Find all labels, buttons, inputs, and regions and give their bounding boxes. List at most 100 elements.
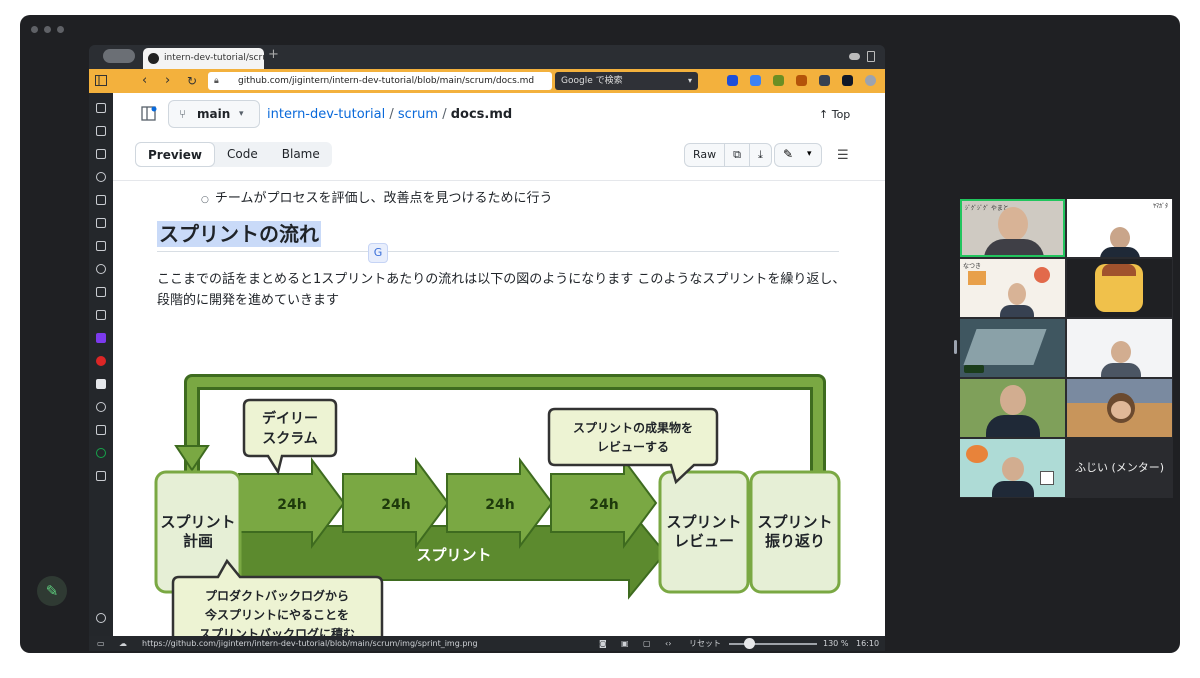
planning-line-1: スプリント [160,513,235,531]
mastodon-icon[interactable] [96,333,106,343]
panel-toggle-icon[interactable] [95,75,107,86]
video-tile[interactable] [1067,259,1172,317]
branch-selector[interactable]: ⑂ main ▾ [168,100,260,128]
participant-face [1008,283,1026,305]
video-tile[interactable]: ｼﾞｸﾞｼﾞｸﾞ やまと [960,199,1065,257]
clock: 16:10 [856,639,880,648]
chevron-down-icon[interactable]: ▾ [688,72,692,90]
window-zoom-dot[interactable] [57,26,64,33]
cycle-label: 24h [381,497,410,513]
lock-icon: 🔒︎ [214,76,219,86]
extension-icon[interactable] [796,75,807,86]
video-tile[interactable]: ﾔﾏｶﾞﾀ [1067,199,1172,257]
reload-icon[interactable]: ↻ [187,73,197,89]
chrome-icon[interactable] [96,448,106,458]
review-line-1: スプリント [666,513,741,531]
document-icon[interactable] [96,425,106,435]
retro-line-1: スプリント [757,513,832,531]
participant-label: ﾔﾏｶﾞﾀ [1152,203,1168,210]
pencil-icon[interactable]: ✎ [783,147,793,161]
tab-preview[interactable]: Preview [135,142,216,167]
top-link[interactable]: ↑ Top [819,108,850,121]
raw-button[interactable]: Raw [685,144,726,166]
panel-icon[interactable]: ▭ [97,636,105,651]
backlog-line-1: プロダクトバックログから [205,588,349,603]
cloud-icon[interactable] [849,53,860,60]
translate-icon[interactable] [750,75,761,86]
reading-list-icon[interactable] [96,126,106,136]
back-icon[interactable]: ‹ [142,73,147,89]
zoom-slider[interactable] [729,643,817,645]
copy-icon[interactable]: ⧉ [725,144,750,166]
extension-icon[interactable] [819,75,830,86]
forward-icon[interactable]: › [165,73,170,89]
resize-handle[interactable] [954,340,957,354]
notes-icon[interactable] [96,195,106,205]
vivaldi-icon[interactable] [96,356,106,366]
extension-icon[interactable] [727,75,738,86]
hover-link: https://github.com/jigintern/intern-dev-… [142,639,478,648]
zoom-level: 130 % [823,639,849,648]
outline-icon[interactable]: ☰ [837,148,849,163]
annotation-pen-button[interactable]: ✎ [37,576,67,606]
chevron-down-icon[interactable]: ▾ [807,149,812,159]
file-tree-toggle-icon[interactable] [141,106,157,122]
cycle-label: 24h [485,497,514,513]
tab-active[interactable]: intern-dev-tutorial/scrum/ [143,48,264,69]
add-panel-icon[interactable] [96,471,106,481]
download-icon[interactable]: ⤓ [750,144,771,166]
crumb-dir[interactable]: scrum [398,107,438,122]
calendar-icon[interactable] [96,241,106,251]
camera-icon[interactable]: ◙ [599,636,607,651]
tab-code[interactable]: Code [215,142,270,167]
participant-body [986,415,1040,437]
search-placeholder: Google で検索 [561,76,623,86]
window-icon[interactable] [96,287,106,297]
cloud-sync-icon[interactable]: ☁ [119,636,127,651]
file-header: ⑂ main ▾ intern-dev-tutorial / scrum / d… [113,93,885,181]
tab-stack-icon[interactable] [103,49,135,63]
translate-panel-icon[interactable] [96,218,106,228]
extension-icon[interactable] [773,75,784,86]
crumb-repo[interactable]: intern-dev-tutorial [267,107,385,122]
chevron-down-icon: ▾ [239,109,244,119]
extension-icon[interactable] [842,75,853,86]
trash-icon[interactable] [867,51,875,62]
bookmark-icon[interactable] [96,103,106,113]
video-tile[interactable] [1067,319,1172,377]
wikipedia-icon[interactable] [96,379,106,389]
window-minimize-dot[interactable] [44,26,51,33]
video-tile[interactable] [960,319,1065,377]
browser-sidebar [89,93,113,636]
participant-face [998,207,1028,241]
zoom-reset[interactable]: リセット [689,636,721,651]
tasks-icon[interactable] [96,310,106,320]
github-icon [148,53,159,64]
tiling-icon[interactable]: ▢ [643,636,651,651]
heading-divider [157,251,839,252]
gear-icon[interactable] [96,613,106,623]
code-icon[interactable]: ‹› [665,636,671,651]
window-close-dot[interactable] [31,26,38,33]
web-panel-icon[interactable] [96,402,106,412]
search-field[interactable]: Google で検索 ▾ [555,72,698,90]
video-tile[interactable]: なつき [960,259,1065,317]
video-tile[interactable] [960,379,1065,437]
video-tile[interactable] [1067,379,1172,437]
new-tab-button[interactable]: + [268,47,279,62]
profile-avatar[interactable] [865,75,876,86]
tab-blame[interactable]: Blame [270,142,332,167]
chat-icon[interactable] [96,264,106,274]
video-tile[interactable] [960,439,1065,497]
history-icon[interactable] [96,172,106,182]
image-icon[interactable]: ▣ [621,636,629,651]
participant-name: ふじい (メンター) [1074,461,1165,474]
address-bar[interactable]: 🔒︎ github.com/jigintern/intern-dev-tutor… [208,72,552,90]
download-icon[interactable] [96,149,106,159]
zoom-slider-knob[interactable] [744,638,755,649]
bullet-text: チームがプロセスを評価し、改善点を見つけるために行う [214,191,553,206]
address-text: github.com/jigintern/intern-dev-tutorial… [238,76,535,86]
translate-popup-icon[interactable]: G [368,243,388,263]
sprint-diagram: スプリント 24h 24h 24h 24h スプリント 計画 スプリント レビュ… [154,374,841,636]
video-tile[interactable]: ふじい (メンター) [1067,439,1172,497]
